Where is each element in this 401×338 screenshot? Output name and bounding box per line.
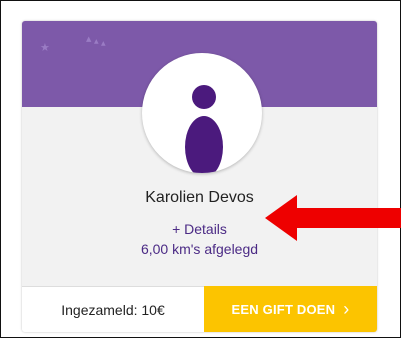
donate-button-label: EEN GIFT DOEN <box>231 301 336 317</box>
donate-button[interactable]: EEN GIFT DOEN › <box>204 286 377 332</box>
avatar <box>142 53 262 173</box>
svg-text:▲: ▲ <box>101 40 106 47</box>
collected-amount: Ingezameld: 10€ <box>22 286 204 332</box>
moon-stars-icon: ★ ▲ ▲ ▲ <box>40 33 106 92</box>
svg-text:★: ★ <box>40 41 50 54</box>
distance-text: 6,00 km's afgelegd <box>140 241 259 257</box>
svg-text:▲: ▲ <box>94 38 99 45</box>
screenshot-frame: ★ ▲ ▲ ▲ Karolien Devos + Details 6,00 km… <box>0 0 401 338</box>
participant-card: ★ ▲ ▲ ▲ Karolien Devos + Details 6,00 km… <box>22 21 377 332</box>
chevron-right-icon: › <box>343 298 350 319</box>
red-arrow-icon <box>265 195 401 241</box>
card-footer: Ingezameld: 10€ EEN GIFT DOEN › <box>22 286 377 332</box>
svg-text:▲: ▲ <box>86 35 92 43</box>
person-silhouette-icon <box>185 85 223 173</box>
